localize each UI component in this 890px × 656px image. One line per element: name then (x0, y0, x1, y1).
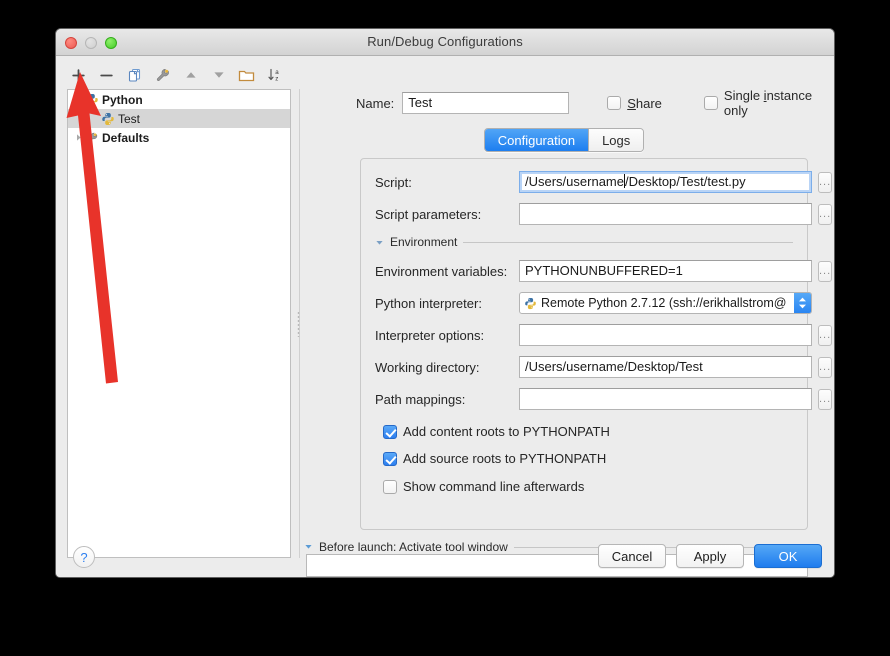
remove-button[interactable] (94, 64, 119, 86)
tree-item-label: Python (102, 92, 143, 107)
script-parameters-input[interactable] (519, 203, 812, 225)
source-roots-checkbox-box[interactable] (383, 451, 397, 466)
show-command-line-checkbox-label: Show command line afterwards (403, 479, 585, 494)
python-icon (84, 93, 100, 107)
environment-variables-label: Environment variables: (375, 263, 508, 279)
script-parameters-browse-button[interactable]: ... (818, 203, 833, 225)
path-mappings-row: Path mappings: ... (361, 388, 833, 410)
environment-section-header[interactable]: Environment (375, 235, 793, 249)
arrow-up-icon[interactable] (178, 64, 203, 86)
environment-variables-row: Environment variables: PYTHONUNBUFFERED=… (361, 260, 833, 282)
content-roots-checkbox[interactable]: Add content roots to PYTHONPATH (383, 424, 610, 439)
python-interpreter-label: Python interpreter: (375, 295, 482, 311)
chevron-down-icon[interactable] (375, 238, 384, 247)
stepper-icon[interactable] (794, 293, 811, 313)
folder-icon[interactable] (234, 64, 259, 86)
tree-item-label: Test (118, 111, 141, 126)
tree-item-python[interactable]: Python (68, 90, 290, 109)
run-debug-configurations-window: Run/Debug Configurations a z Python Test… (55, 28, 835, 578)
tree-item-defaults[interactable]: Defaults (68, 128, 290, 147)
help-button[interactable]: ? (73, 546, 95, 568)
interpreter-options-browse-button[interactable]: ... (818, 324, 833, 346)
source-roots-checkbox-label: Add source roots to PYTHONPATH (403, 451, 607, 466)
python-interpreter-value: Remote Python 2.7.12 (ssh://erikhallstro… (541, 296, 787, 310)
configurations-tree[interactable]: Python Test Defaults (67, 89, 291, 558)
window-title: Run/Debug Configurations (367, 34, 523, 49)
share-checkbox-label: Share (627, 95, 662, 111)
chevron-down-icon[interactable] (72, 95, 84, 104)
wrench-icon (84, 131, 100, 145)
script-input[interactable]: /Users/username/Desktop/Test/test.py (519, 171, 812, 193)
environment-variables-input[interactable]: PYTHONUNBUFFERED=1 (519, 260, 812, 282)
segmented-control: Configuration Logs (483, 128, 645, 152)
script-parameters-label: Script parameters: (375, 206, 482, 222)
single-instance-checkbox[interactable]: Single instance only (703, 88, 824, 118)
ok-button[interactable]: OK (754, 544, 822, 568)
single-instance-checkbox-box[interactable] (703, 96, 718, 110)
script-parameters-row: Script parameters: ... (361, 203, 833, 225)
working-directory-label: Working directory: (375, 359, 480, 375)
script-label: Script: (375, 174, 412, 190)
window-body: a z Python Test Defaults Name: Test Shar… (56, 56, 834, 577)
show-command-line-checkbox[interactable]: Show command line afterwards (383, 479, 584, 494)
script-row: Script: /Users/username/Desktop/Test/tes… (361, 171, 833, 193)
source-roots-checkbox[interactable]: Add source roots to PYTHONPATH (383, 451, 606, 466)
python-interpreter-select[interactable]: Remote Python 2.7.12 (ssh://erikhallstro… (519, 292, 812, 314)
apply-button[interactable]: Apply (676, 544, 744, 568)
panel-splitter[interactable] (294, 89, 304, 558)
splitter-grip[interactable] (297, 311, 300, 337)
arrow-down-icon[interactable] (206, 64, 231, 86)
tab-configuration[interactable]: Configuration (484, 129, 589, 151)
add-button[interactable] (66, 64, 91, 86)
before-launch-title: Before launch: Activate tool window (319, 540, 508, 554)
share-checkbox[interactable]: Share (607, 96, 662, 111)
script-input-value: /Users/username/Desktop/Test/test.py (525, 174, 746, 189)
tab-logs[interactable]: Logs (588, 129, 644, 151)
name-input[interactable]: Test (402, 92, 570, 114)
section-divider (463, 241, 793, 243)
interpreter-options-input[interactable] (519, 324, 812, 346)
interpreter-options-label: Interpreter options: (375, 327, 485, 343)
share-checkbox-box[interactable] (607, 96, 622, 110)
working-directory-browse-button[interactable]: ... (818, 356, 833, 378)
tree-toolbar: a z (66, 62, 291, 88)
path-mappings-label: Path mappings: (375, 391, 466, 407)
editor-tabs: Configuration Logs (304, 128, 824, 152)
svg-text:z: z (275, 76, 278, 83)
environment-section-title: Environment (390, 235, 458, 249)
text-caret (623, 174, 625, 188)
python-icon (100, 112, 116, 126)
name-row: Name: Test Share Single instance only (304, 88, 824, 118)
dialog-buttons: Cancel Apply OK (598, 544, 822, 568)
content-roots-checkbox-label: Add content roots to PYTHONPATH (403, 424, 610, 439)
interpreter-options-row: Interpreter options: ... (361, 324, 833, 346)
sort-az-icon[interactable]: a z (262, 64, 287, 86)
tree-item-label: Defaults (102, 130, 150, 145)
working-directory-input[interactable]: /Users/username/Desktop/Test (519, 356, 812, 378)
wrench-icon[interactable] (150, 64, 175, 86)
python-interpreter-row: Python interpreter: Remote Python 2.7.12… (361, 292, 812, 314)
chevron-right-icon[interactable] (72, 133, 84, 142)
single-instance-checkbox-label: Single instance only (723, 88, 813, 118)
tree-item-test[interactable]: Test (68, 109, 290, 128)
configuration-panel: Script: /Users/username/Desktop/Test/tes… (360, 158, 833, 530)
show-command-line-checkbox-box[interactable] (383, 479, 397, 494)
environment-variables-browse-button[interactable]: ... (818, 260, 833, 282)
content-roots-checkbox-box[interactable] (383, 424, 397, 439)
python-icon (524, 297, 537, 310)
path-mappings-browse-button[interactable]: ... (818, 388, 833, 410)
configuration-editor: Name: Test Share Single instance only Co… (304, 62, 833, 577)
script-browse-button[interactable]: ... (818, 171, 833, 193)
name-label: Name: (356, 95, 395, 111)
path-mappings-input[interactable] (519, 388, 812, 410)
copy-icon[interactable] (122, 64, 147, 86)
window-titlebar: Run/Debug Configurations (56, 29, 834, 56)
cancel-button[interactable]: Cancel (598, 544, 666, 568)
working-directory-row: Working directory: /Users/username/Deskt… (361, 356, 833, 378)
